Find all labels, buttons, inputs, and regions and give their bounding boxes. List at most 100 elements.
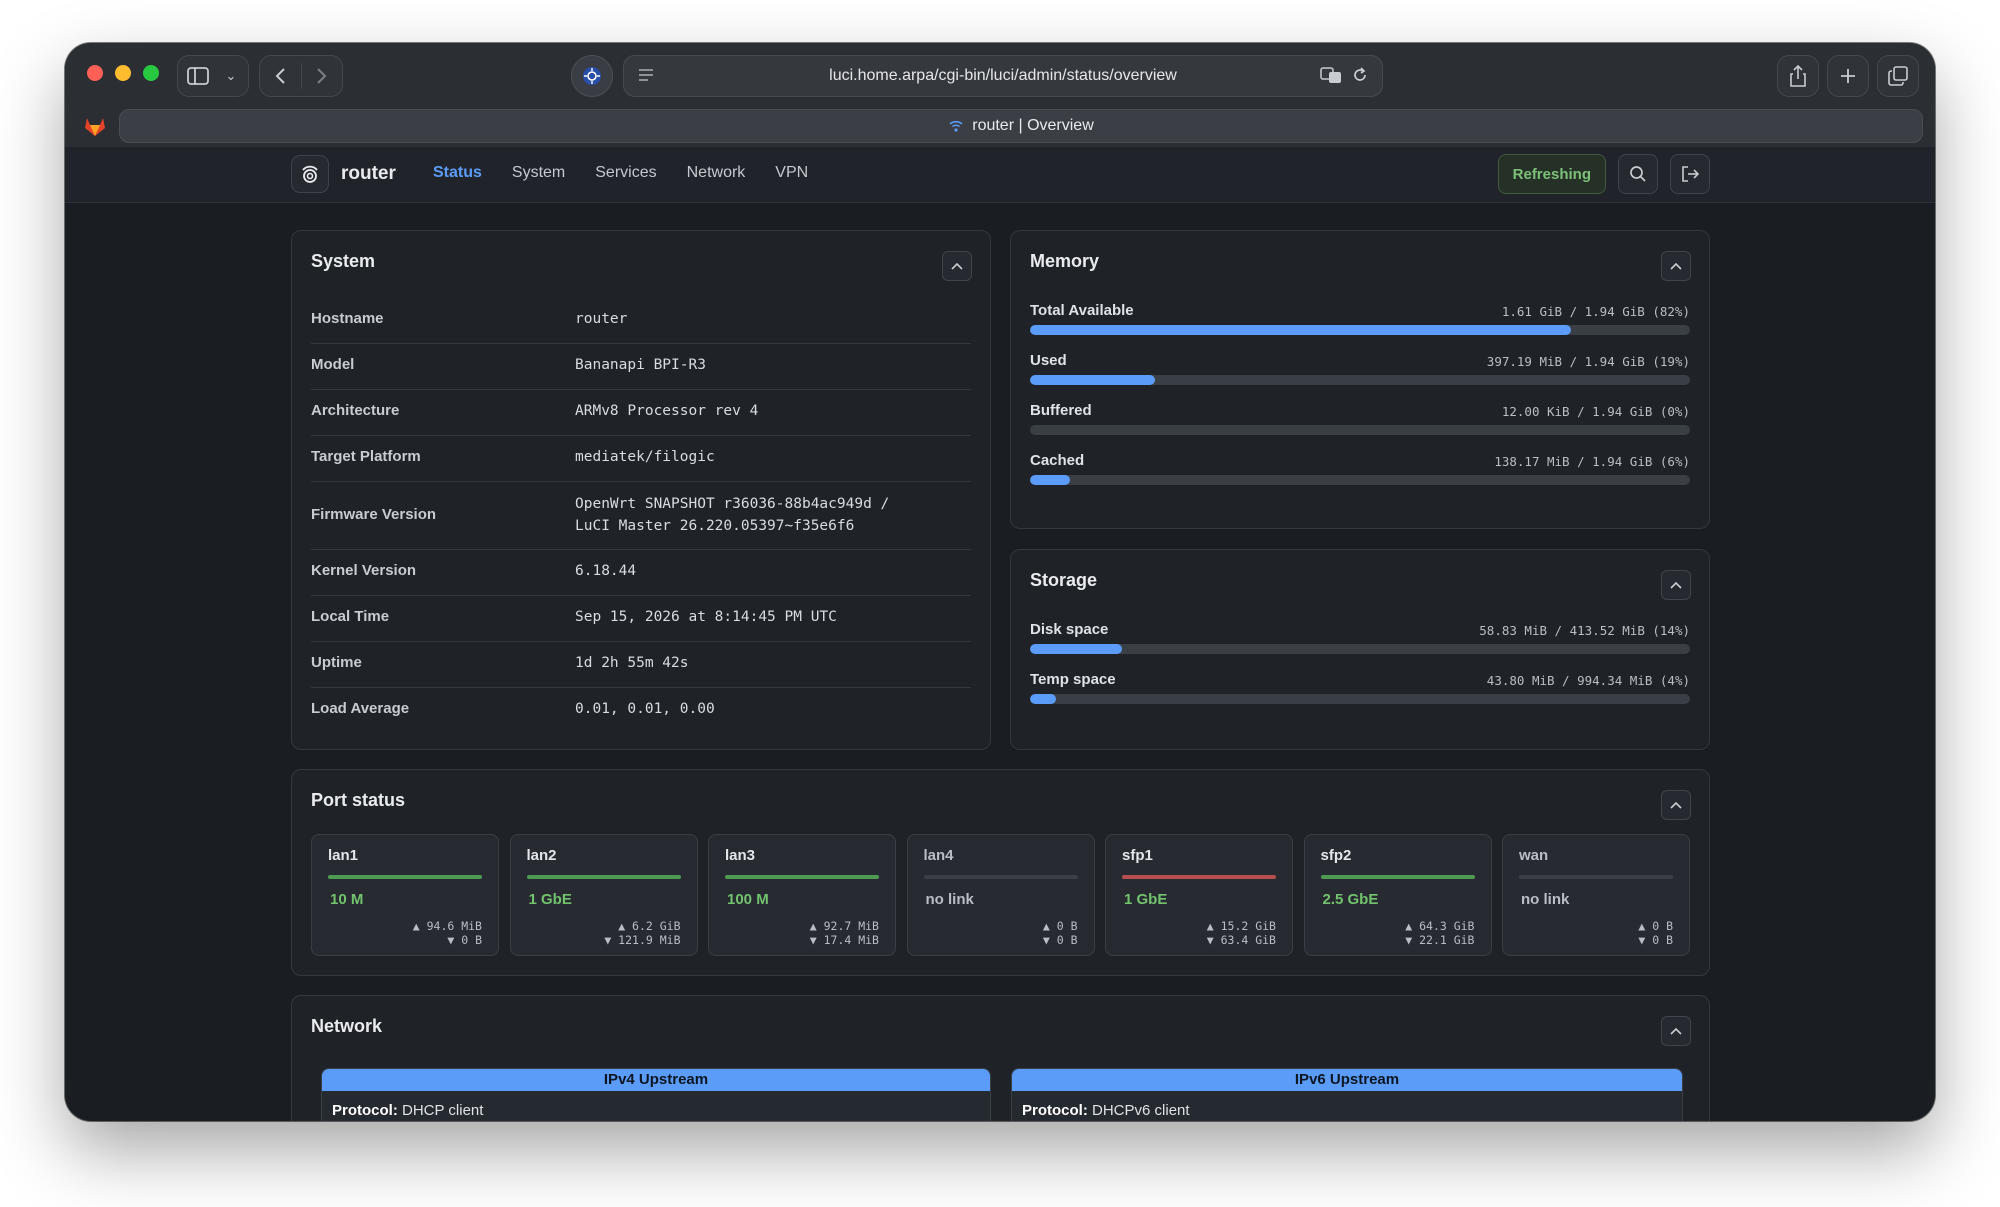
nav-vpn[interactable]: VPN — [775, 164, 808, 182]
row-value: router — [575, 311, 628, 327]
meter-fill — [1030, 375, 1156, 385]
meter-track — [1030, 694, 1690, 704]
search-button[interactable] — [1618, 154, 1658, 194]
address-bar[interactable]: luci.home.arpa/cgi-bin/luci/admin/status… — [623, 55, 1383, 97]
row-key: Hostname — [311, 310, 384, 327]
system-row: Kernel Version 6.18.44 — [311, 550, 971, 596]
meter-label: Disk space — [1030, 621, 1109, 638]
port-speed: 1 GbE — [528, 891, 572, 908]
system-row: Uptime 1d 2h 55m 42s — [311, 642, 971, 688]
row-key: Kernel Version — [311, 562, 417, 579]
port-tile-lan3: lan3 100 M ▲ 92.7 MiB ▼ 17.4 MiB — [708, 834, 896, 956]
back-button[interactable] — [260, 67, 301, 85]
pinned-tab-gitlab[interactable] — [77, 109, 113, 143]
port-tx: ▲ 0 B — [1042, 919, 1078, 933]
port-name: lan2 — [526, 847, 557, 864]
port-traffic: ▲ 15.2 GiB ▼ 63.4 GiB — [1207, 919, 1276, 947]
tab-title: router | Overview — [972, 117, 1094, 134]
port-name: wan — [1519, 847, 1549, 864]
history-nav — [259, 55, 343, 97]
sidebar-toggle-button[interactable]: ⌄ — [177, 55, 249, 97]
port-name: lan3 — [725, 847, 756, 864]
port-tx: ▲ 15.2 GiB — [1206, 919, 1276, 933]
port-traffic: ▲ 0 B ▼ 0 B — [1043, 919, 1078, 947]
reload-icon[interactable] — [1352, 66, 1368, 89]
meter-track — [1030, 325, 1690, 335]
system-collapse-button[interactable] — [942, 251, 972, 281]
row-value: mediatek/filogic — [575, 449, 715, 465]
extension-button[interactable] — [571, 55, 613, 97]
port-link-bar — [1320, 875, 1475, 879]
row-key: Target Platform — [311, 448, 421, 465]
port-rx: ▼ 121.9 MiB — [604, 933, 681, 947]
search-icon — [1630, 166, 1646, 182]
port-traffic: ▲ 0 B ▼ 0 B — [1638, 919, 1673, 947]
nav-services[interactable]: Services — [595, 164, 656, 182]
share-icon — [1790, 65, 1806, 87]
row-value: Bananapi BPI-R3 — [575, 357, 706, 373]
minimize-window-button[interactable] — [115, 65, 131, 81]
main-nav: Status System Services Network VPN — [433, 164, 838, 182]
network-collapse-button[interactable] — [1661, 1016, 1691, 1046]
forward-button[interactable] — [300, 63, 342, 89]
port-link-bar — [1122, 875, 1276, 879]
active-tab[interactable]: router | Overview — [119, 109, 1923, 143]
port-status-collapse-button[interactable] — [1661, 790, 1691, 820]
protocol-label: Protocol: — [1022, 1102, 1088, 1119]
port-tx: ▲ 0 B — [1638, 919, 1673, 933]
row-value: 0.01, 0.01, 0.00 — [575, 701, 715, 717]
row-value: ARMv8 Processor rev 4 — [575, 403, 759, 419]
meter-label: Used — [1030, 352, 1067, 369]
port-traffic: ▲ 6.2 GiB ▼ 121.9 MiB — [604, 919, 680, 947]
system-row: Model Bananapi BPI-R3 — [311, 344, 971, 390]
refresh-toggle-button[interactable]: Refreshing — [1497, 154, 1606, 194]
port-speed: 10 M — [330, 891, 364, 908]
port-speed: no link — [1521, 891, 1570, 908]
port-traffic: ▲ 64.3 GiB ▼ 22.1 GiB — [1405, 919, 1474, 947]
nav-network[interactable]: Network — [687, 164, 746, 182]
brand-name: router — [341, 163, 396, 184]
share-button[interactable] — [1777, 55, 1819, 97]
meter-label: Buffered — [1030, 402, 1092, 419]
chevron-up-icon — [951, 262, 963, 270]
ipv4-upstream-header: IPv4 Upstream — [322, 1069, 990, 1091]
meter-value: 43.80 MiB / 994.34 MiB (4%) — [1486, 673, 1690, 688]
meter-value: 397.19 MiB / 1.94 GiB (19%) — [1486, 354, 1690, 369]
row-key: Architecture — [311, 402, 400, 419]
memory-collapse-button[interactable] — [1661, 251, 1691, 281]
zoom-window-button[interactable] — [143, 65, 159, 81]
meter-value: 1.61 GiB / 1.94 GiB (82%) — [1501, 304, 1690, 319]
system-row: Firmware Version OpenWrt SNAPSHOT r36036… — [311, 482, 971, 550]
port-tx: ▲ 6.2 GiB — [618, 919, 681, 933]
nav-status[interactable]: Status — [433, 164, 482, 182]
chevron-up-icon — [1670, 581, 1682, 589]
row-value: OpenWrt SNAPSHOT r36036-88b4ac949d / — [575, 496, 890, 512]
tab-overview-button[interactable] — [1877, 55, 1919, 97]
meter-fill — [1030, 475, 1070, 485]
close-window-button[interactable] — [87, 65, 103, 81]
row-value: 1d 2h 55m 42s — [575, 655, 689, 671]
storage-title: Storage — [1030, 570, 1098, 590]
extension-badge-icon — [583, 67, 601, 85]
port-tile-lan1: lan1 10 M ▲ 94.6 MiB ▼ 0 B — [311, 834, 499, 956]
new-tab-button[interactable] — [1827, 55, 1869, 97]
port-rx: ▼ 0 B — [1638, 933, 1673, 947]
port-tile-wan: wan no link ▲ 0 B ▼ 0 B — [1502, 834, 1690, 956]
system-row: Target Platform mediatek/filogic — [311, 436, 971, 482]
nav-system[interactable]: System — [512, 164, 565, 182]
port-tx: ▲ 64.3 GiB — [1405, 919, 1475, 933]
plus-icon — [1841, 69, 1855, 83]
storage-collapse-button[interactable] — [1661, 570, 1691, 600]
brand-link[interactable]: router — [291, 155, 396, 193]
port-speed: 2.5 GbE — [1322, 891, 1379, 908]
port-tile-lan2: lan2 1 GbE ▲ 6.2 GiB ▼ 121.9 MiB — [509, 834, 698, 956]
system-row: Load Average 0.01, 0.01, 0.00 — [311, 688, 971, 734]
chevron-up-icon — [1670, 262, 1682, 270]
logout-button[interactable] — [1670, 154, 1710, 194]
port-tile-sfp1: sfp1 1 GbE ▲ 15.2 GiB ▼ 63.4 GiB — [1105, 834, 1293, 956]
meter-value: 138.17 MiB / 1.94 GiB (6%) — [1494, 454, 1690, 469]
port-link-bar — [923, 875, 1078, 879]
translate-icon[interactable] — [1320, 66, 1342, 89]
ipv6-upstream-header: IPv6 Upstream — [1012, 1069, 1682, 1091]
meter-fill — [1030, 694, 1057, 704]
